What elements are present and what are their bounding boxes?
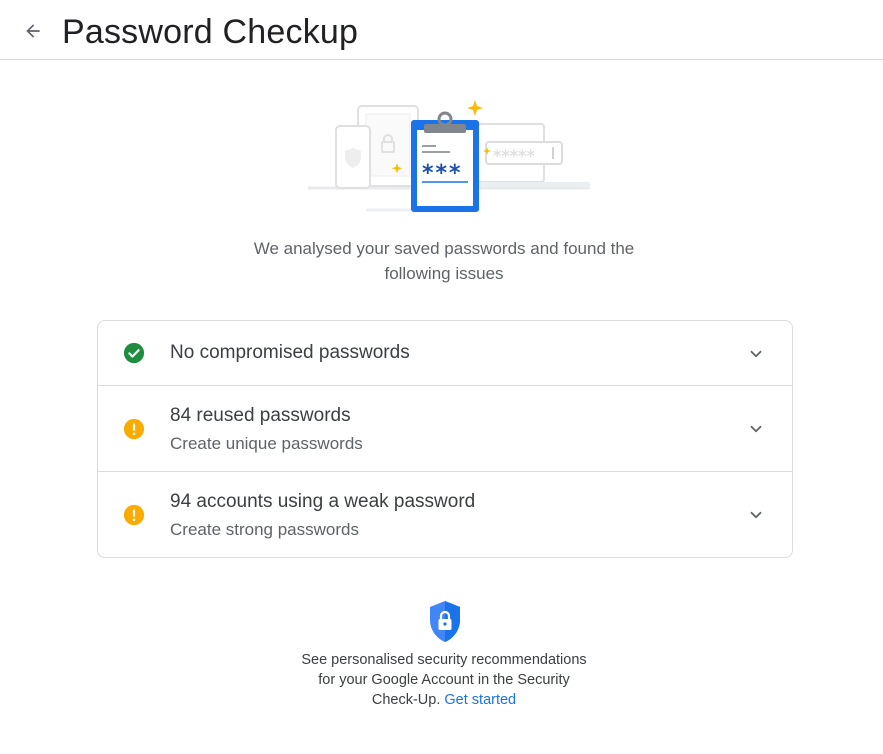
issue-reused-row[interactable]: 84 reused passwords Create unique passwo… xyxy=(98,386,792,472)
security-checkup-promo: See personalised security recommendation… xyxy=(296,650,592,710)
warning-circle-icon xyxy=(123,504,145,526)
issue-weak-row[interactable]: 94 accounts using a weak password Create… xyxy=(98,472,792,557)
arrow-back-icon xyxy=(26,24,40,38)
chevron-down-icon[interactable] xyxy=(747,345,765,363)
chevron-down-icon[interactable] xyxy=(747,420,765,438)
back-button[interactable] xyxy=(18,16,48,46)
issue-title: 94 accounts using a weak password xyxy=(170,491,476,512)
hero-mask-long: ***** xyxy=(493,146,535,165)
issue-compromised-row[interactable]: No compromised passwords xyxy=(98,321,792,386)
warning-circle-icon xyxy=(123,418,145,440)
issue-title: 84 reused passwords xyxy=(170,405,351,426)
app-header: Password Checkup xyxy=(0,0,883,60)
password-checkup-illustration: ***** *** xyxy=(300,96,600,218)
issues-list: No compromised passwords 84 reused passw… xyxy=(97,320,793,558)
page-title: Password Checkup xyxy=(62,13,359,51)
chevron-down-icon[interactable] xyxy=(747,506,765,524)
intro-text: We analysed your saved passwords and fou… xyxy=(253,239,635,283)
issue-subtitle: Create unique passwords xyxy=(170,434,363,453)
shield-lock-icon xyxy=(430,601,460,642)
get-started-link[interactable]: Get started xyxy=(444,692,516,708)
issue-title: No compromised passwords xyxy=(170,342,410,363)
issue-subtitle: Create strong passwords xyxy=(170,520,359,539)
check-circle-icon xyxy=(123,342,145,364)
